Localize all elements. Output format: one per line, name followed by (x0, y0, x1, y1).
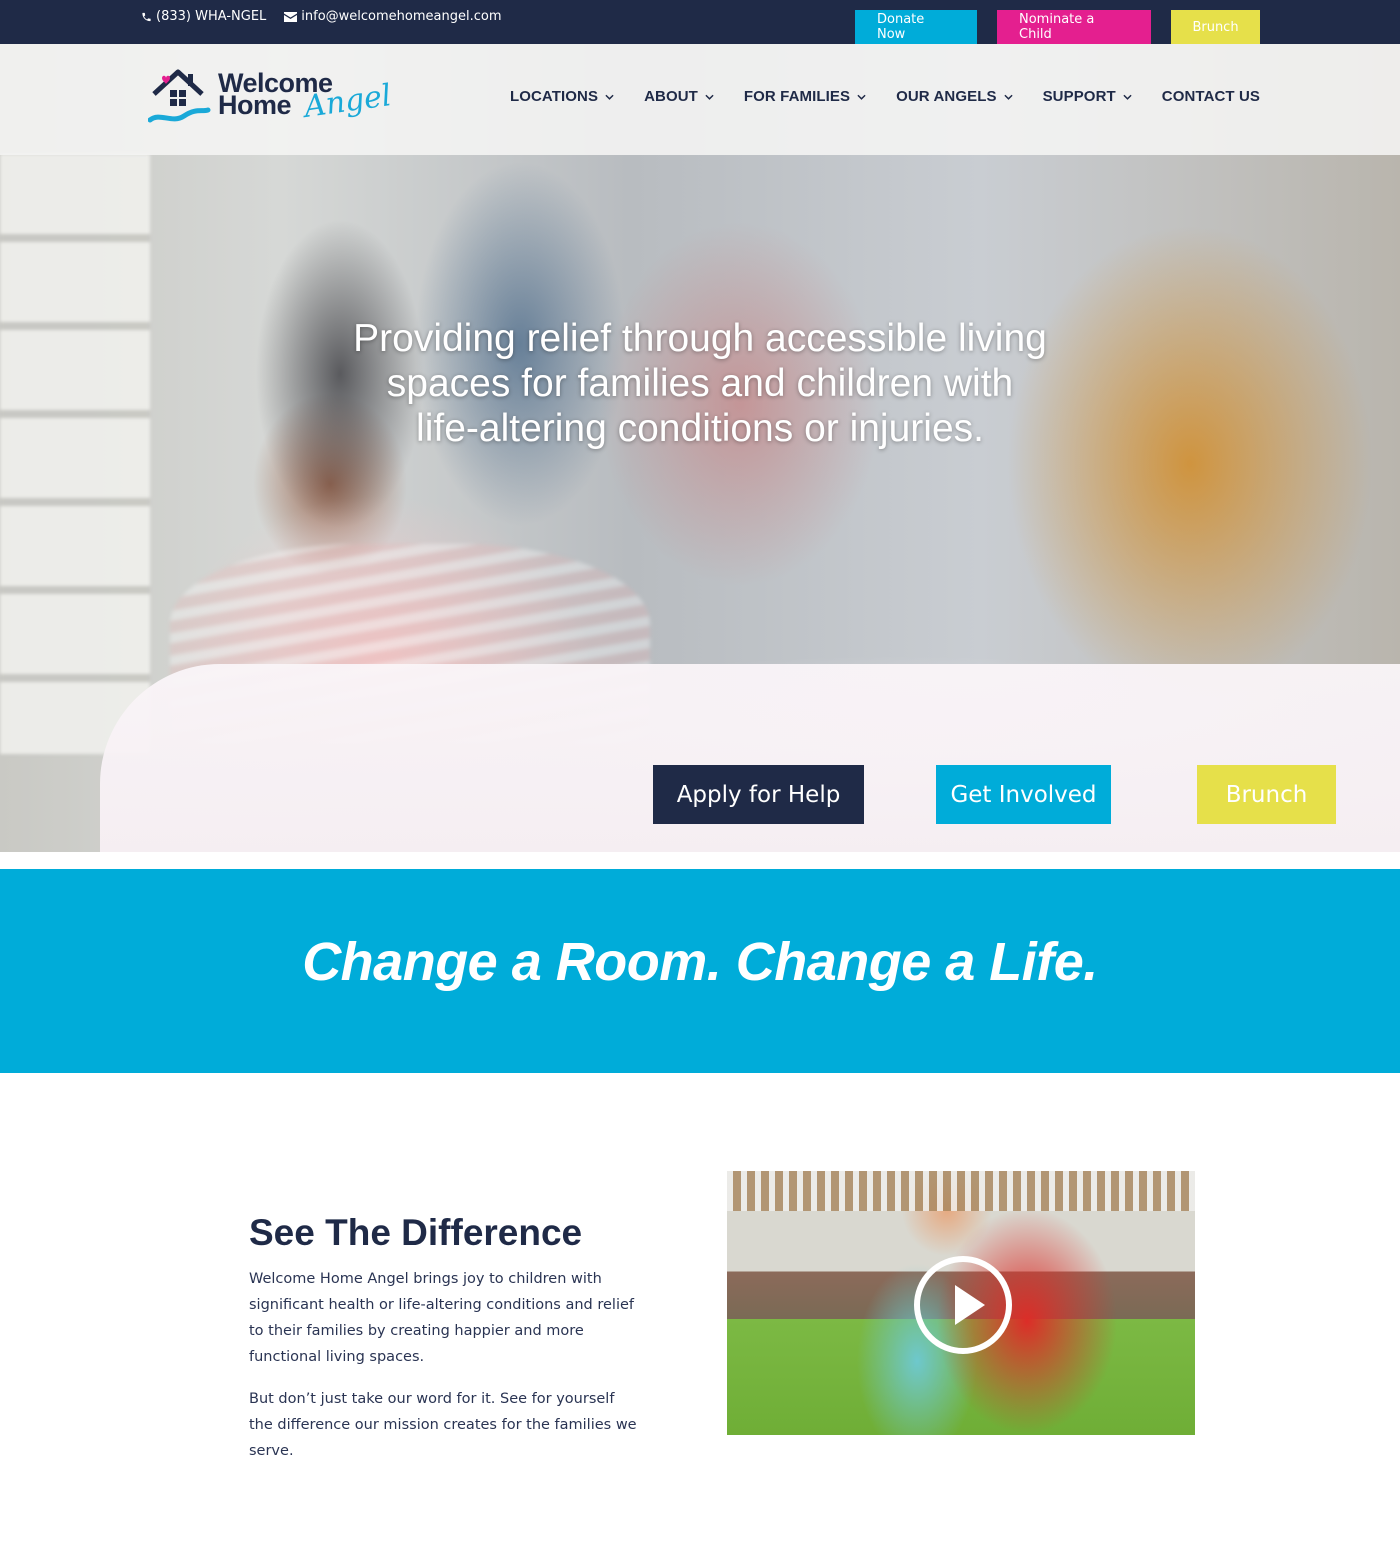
envelope-icon (284, 11, 298, 22)
chevron-down-icon (857, 94, 866, 100)
chevron-down-icon (1003, 94, 1013, 100)
brunch-top-button[interactable]: Brunch (1171, 10, 1260, 44)
nav-about[interactable]: ABOUT (644, 88, 714, 105)
nav-label: ABOUT (644, 88, 698, 105)
brunch-hero-button[interactable]: Brunch (1197, 765, 1336, 824)
nav-label: OUR ANGELS (896, 88, 997, 105)
nominate-child-button[interactable]: Nominate a Child (997, 10, 1151, 44)
tagline-band: Change a Room. Change a Life. (0, 869, 1400, 1073)
tagline: Change a Room. Change a Life. (302, 932, 1098, 992)
nav-label: FOR FAMILIES (743, 88, 851, 105)
contact-info: (833) WHA-NGEL info@welcomehomeangel.com (141, 9, 502, 24)
nav-label: SUPPORT (1042, 88, 1116, 105)
nav-label: LOCATIONS (509, 88, 599, 105)
chevron-down-icon (605, 94, 614, 100)
top-bar: (833) WHA-NGEL info@welcomehomeangel.com… (0, 0, 1400, 44)
email-address: info@welcomehomeangel.com (301, 9, 502, 24)
site-header: Welcome Home Angel LOCATIONS ABOUT FOR F… (0, 44, 1400, 155)
chevron-down-icon (1123, 94, 1132, 100)
get-involved-button[interactable]: Get Involved (936, 765, 1111, 824)
section-paragraph-2: But don’t just take our word for it. See… (249, 1391, 637, 1459)
phone-number: (833) WHA-NGEL (156, 9, 267, 24)
hero-background-shelf (0, 154, 150, 754)
section-paragraph-1: Welcome Home Angel brings joy to childre… (249, 1271, 635, 1365)
nav-label: CONTACT US (1161, 88, 1260, 105)
donate-now-button[interactable]: Donate Now (855, 10, 977, 44)
apply-for-help-button[interactable]: Apply for Help (653, 765, 864, 824)
chevron-down-icon (705, 94, 714, 100)
nav-support[interactable]: SUPPORT (1043, 88, 1132, 105)
house-logo-icon (148, 69, 211, 123)
video-thumbnail[interactable] (727, 1171, 1195, 1435)
hero-headline: Providing relief through accessible livi… (353, 317, 1047, 450)
logo-text-home: Home (218, 90, 292, 120)
site-logo[interactable]: Welcome Home Angel (148, 64, 394, 136)
section-title: See The Difference (249, 1212, 583, 1253)
nav-locations[interactable]: LOCATIONS (510, 88, 614, 105)
email-link[interactable]: info@welcomehomeangel.com (284, 9, 502, 24)
nav-our-angels[interactable]: OUR ANGELS (896, 88, 1013, 105)
play-triangle (955, 1285, 985, 1325)
video-background-porch (727, 1171, 1195, 1211)
nav-for-families[interactable]: FOR FAMILIES (744, 88, 866, 105)
main-nav: LOCATIONS ABOUT FOR FAMILIES OUR ANGELS … (510, 88, 1260, 105)
phone-icon (142, 12, 151, 21)
play-icon[interactable] (914, 1256, 1012, 1354)
hero-section: Providing relief through accessible livi… (0, 44, 1400, 852)
phone-link[interactable]: (833) WHA-NGEL (141, 9, 266, 24)
nav-contact-us[interactable]: CONTACT US (1162, 88, 1260, 105)
top-buttons: Donate Now Nominate a Child Brunch (855, 10, 1260, 44)
